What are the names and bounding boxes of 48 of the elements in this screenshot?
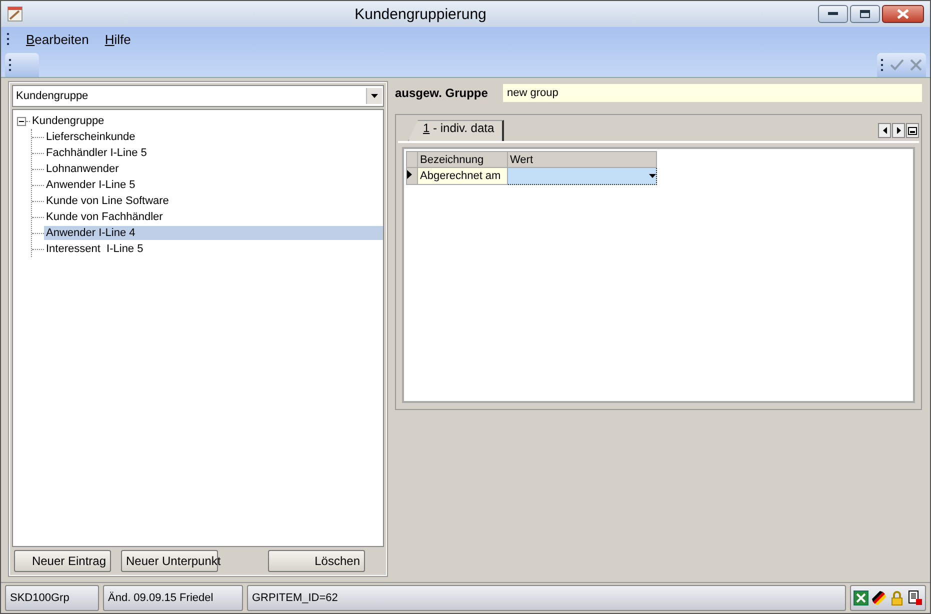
table-cell: Abgerechnet am [418, 168, 508, 184]
spreadsheet-icon[interactable] [853, 590, 869, 606]
close-button[interactable] [882, 5, 924, 23]
tree-item[interactable]: Interessent I-Line 5 [44, 242, 146, 256]
tree-item[interactable]: Fachhändler I-Line 5 [44, 146, 149, 160]
flag-icon[interactable] [871, 590, 887, 606]
value-dropdown[interactable] [508, 168, 656, 184]
tree-item[interactable]: Kunde von Fachhändler [44, 210, 165, 224]
right-arrow-icon [896, 127, 900, 134]
collapse-icon[interactable] [17, 116, 26, 126]
column-header[interactable]: Wert [508, 152, 656, 168]
tree-item[interactable]: Kundengruppe [30, 114, 106, 128]
group-dropdown[interactable]: Kundengruppe [12, 85, 384, 107]
column-header[interactable]: Bezeichnung [418, 152, 508, 168]
grip-icon [7, 33, 10, 45]
minimize-icon [828, 12, 838, 16]
document-icon[interactable] [907, 590, 923, 606]
dropdown-arrow-icon [649, 174, 656, 178]
left-arrow-icon [882, 127, 886, 134]
scroll-left-button[interactable] [878, 123, 891, 138]
tab[interactable]: 1 - indiv. data [408, 120, 504, 141]
close-icon [897, 9, 909, 19]
tree-item[interactable]: Lieferscheinkunde [44, 130, 138, 144]
maximize-icon [860, 10, 870, 18]
status-field: Änd. 09.09.15 Friedel [103, 585, 243, 611]
status-field: SKD100Grp [5, 585, 99, 611]
menu-item[interactable]: Bearbeiten [26, 32, 89, 46]
app-icon [7, 6, 23, 22]
dropdown-arrow-icon [371, 94, 378, 98]
action-button[interactable]: Neuer Eintrag [14, 550, 111, 572]
minimize-button[interactable] [818, 5, 848, 23]
checkmark-icon[interactable] [890, 59, 904, 71]
window-title: Kundengruppierung [354, 6, 488, 22]
window-icon [908, 126, 917, 134]
tree-item[interactable]: Anwender I-Line 5 [44, 178, 138, 192]
scroll-right-button[interactable] [892, 123, 905, 138]
tree-item[interactable]: Anwender I-Line 4 [44, 226, 383, 240]
maximize-button[interactable] [850, 5, 880, 23]
menu-item[interactable]: Hilfe [104, 32, 131, 46]
grip-icon [881, 59, 884, 71]
tree-item[interactable]: Kunde von Line Software [44, 194, 171, 208]
field-label: ausgew. Gruppe [395, 86, 489, 100]
group-name-field[interactable]: new group [503, 84, 922, 102]
action-button[interactable]: Löschen [268, 550, 365, 572]
grip-icon [9, 59, 12, 71]
status-field: GRPITEM_ID=62 [247, 585, 846, 611]
window-list-button[interactable] [906, 123, 919, 138]
tree-item[interactable]: Lohnanwender [44, 162, 121, 176]
